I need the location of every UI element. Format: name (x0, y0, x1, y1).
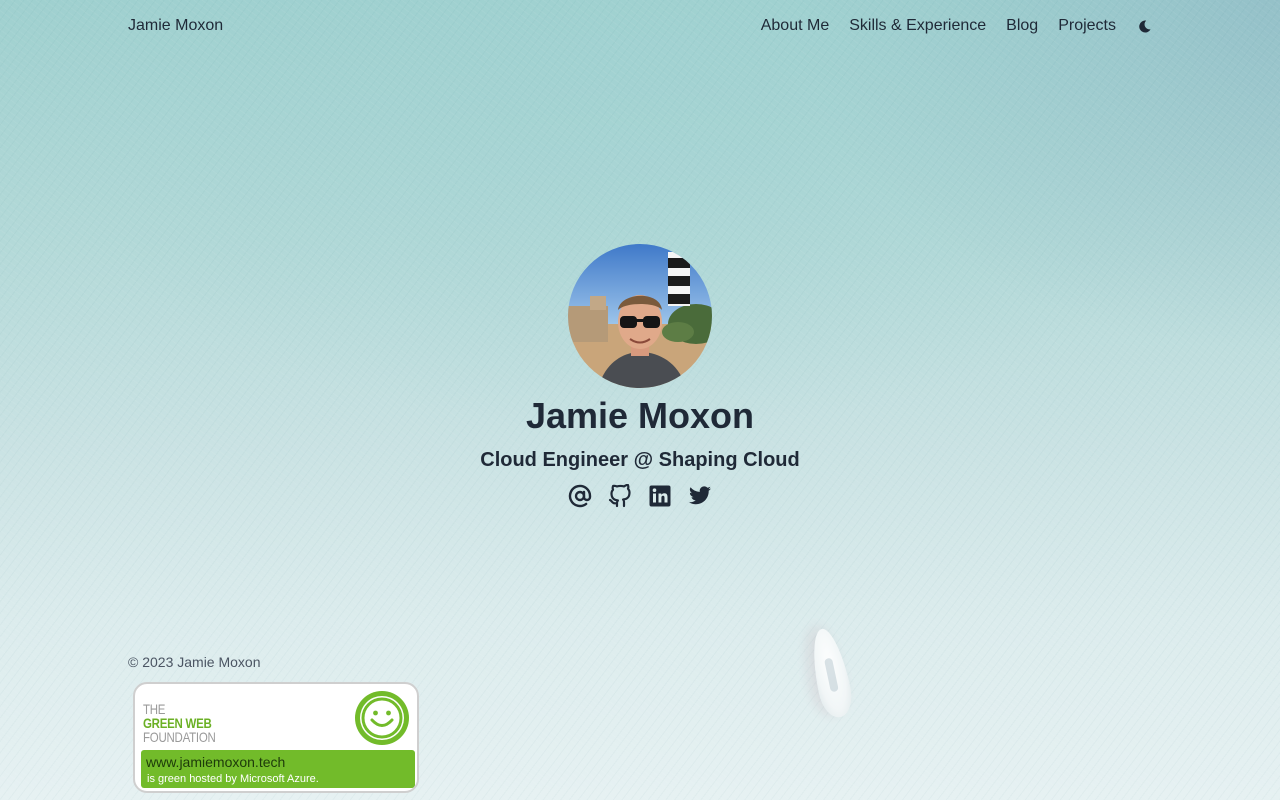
profile-tagline: Cloud Engineer @ Shaping Cloud (480, 449, 800, 471)
twitter-link[interactable] (688, 484, 712, 508)
linkedin-icon (649, 485, 671, 507)
background-boat-image (805, 625, 857, 721)
site-title-link[interactable]: Jamie Moxon (128, 16, 223, 36)
twitter-icon (689, 486, 711, 505)
green-web-badge[interactable]: THE GREEN WEB FOUNDATION www.jamiemoxon.… (133, 682, 419, 793)
social-links (0, 484, 1280, 508)
badge-status-bar: www.jamiemoxon.tech is green hosted by M… (141, 750, 415, 788)
footer-copyright: © 2023 Jamie Moxon (128, 654, 261, 670)
badge-domain: www.jamiemoxon.tech (146, 754, 286, 770)
moon-icon (1139, 20, 1151, 33)
nav-blog[interactable]: Blog (1006, 14, 1038, 38)
green-web-foundation-logo: THE GREEN WEB FOUNDATION (143, 701, 216, 745)
main-nav: About Me Skills & Experience Blog Projec… (741, 14, 1152, 38)
nav-projects[interactable]: Projects (1058, 14, 1116, 38)
nav-skills-experience[interactable]: Skills & Experience (849, 14, 986, 38)
hero-section: Jamie Moxon Cloud Engineer @ Shaping Clo… (0, 244, 1280, 508)
at-sign-icon (568, 484, 592, 508)
profile-name: Jamie Moxon (525, 395, 755, 436)
github-icon (608, 484, 631, 508)
profile-avatar (568, 244, 712, 388)
linkedin-link[interactable] (648, 484, 672, 508)
github-link[interactable] (608, 484, 632, 508)
nav-about-me[interactable]: About Me (761, 14, 829, 38)
profile-photo (568, 244, 712, 388)
theme-toggle-button[interactable] (1138, 14, 1152, 38)
smiley-icon (355, 691, 409, 745)
badge-hosted-text: is green hosted by Microsoft Azure. (147, 773, 319, 785)
email-link[interactable] (568, 484, 592, 508)
